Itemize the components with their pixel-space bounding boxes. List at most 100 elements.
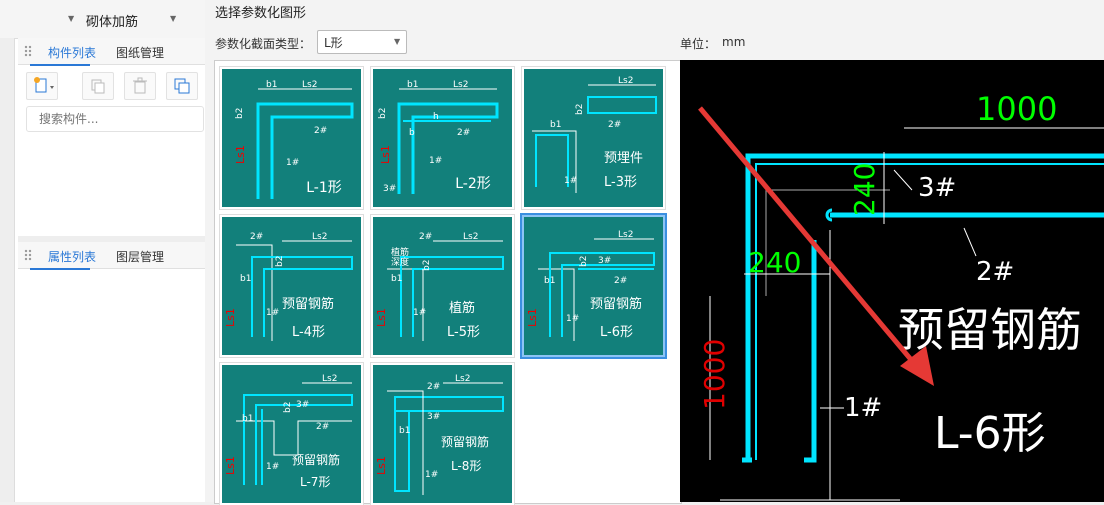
rebar-1-mark: 1# [429,156,442,166]
rebar-1-mark: 1# [566,314,579,324]
dim-ls2: Ls2 [453,80,468,90]
rebar-3-label: 3# [918,173,956,203]
chevron-down-icon: ▼ [394,37,401,46]
active-tab-indicator [30,64,90,66]
shape-tile-l1[interactable]: b1 Ls2 b2 Ls1 2# 1# L-1形 [219,66,364,210]
shape-label: L-1形 [306,180,342,196]
dim-ls2: Ls2 [618,230,633,240]
shendu-label: 深度 [391,256,409,268]
dim-ls2: Ls2 [302,80,317,90]
rebar-1-mark: 1# [413,308,426,318]
shape-label: L-6形 [600,325,633,340]
parametric-shape-dialog: 选择参数化图形 参数化截面类型： L形 ▼ 单位： mm b1 Ls2 b2 L… [205,0,1104,505]
dim-b1: b1 [240,274,251,284]
rebar-2-mark: 2# [457,128,470,138]
rebar-2-mark: 2# [608,120,621,130]
delete-component-button[interactable] [124,72,156,100]
shape-l3-drawing: Ls2 b2 b1 2# 1# [532,76,657,193]
rebar-2-mark: 2# [250,232,263,242]
shape-tile-l7[interactable]: Ls2 b2 3# 2# b1 Ls1 1# 预留钢筋 L-7形 [219,362,364,505]
dim-b1: b1 [550,120,561,130]
dim-b2: b2 [378,108,388,119]
rebar-1-label: 1# [844,393,882,423]
dim-ls1: Ls1 [379,145,392,164]
dim-ls2: Ls2 [312,232,327,242]
dim-top-1000: 1000 [976,90,1057,128]
shape-tile-l8[interactable]: Ls2 2# 3# b1 Ls1 1# 预留钢筋 L-8形 [370,362,515,505]
dim-b1: b1 [242,414,253,424]
shape-note: 预留钢筋 [441,435,490,449]
new-component-button[interactable] [26,72,58,100]
reinforcement-type-dropdown[interactable]: ▼ 砌体加筋 ▼ [68,8,180,30]
layer-copy-button[interactable] [166,72,198,100]
dim-b2: b2 [235,108,245,119]
search-input[interactable] [37,111,201,127]
dim-ls1: Ls1 [375,308,388,327]
new-file-icon [34,77,54,93]
rebar-1-mark: 1# [266,462,279,472]
layers-icon [174,78,190,94]
shape-gallery: b1 Ls2 b2 Ls1 2# 1# L-1形 b1 Ls2 b2 h b L… [214,60,682,505]
shape-tile-l6[interactable]: Ls2 b2 3# 2# b1 Ls1 1# 预留钢筋 L-6形 [520,213,667,359]
app-side-panel: ▼ 砌体加筋 ▼ 构件列表 图纸管理 搜索构件... 属性列表 图层管理 [0,0,206,502]
shape-label: L-5形 [447,325,480,340]
shape-note: 预留钢筋 [590,297,643,312]
dim-b1: b1 [391,274,402,284]
dim-ls2: Ls2 [463,232,478,242]
dim-b1: b1 [266,80,277,90]
dim-b2: b2 [579,256,589,267]
collapsed-side-strip[interactable] [0,38,15,502]
dim-ls1: Ls1 [234,145,247,164]
dim-ls2: Ls2 [618,76,633,86]
shape-tile-l2[interactable]: b1 Ls2 b2 h b Ls1 2# 1# 3# L-2形 [370,66,515,210]
component-search-box[interactable] [26,106,204,132]
dim-h: h [433,112,439,122]
rebar-2-mark: 2# [316,422,329,432]
tab-layer-management[interactable]: 图层管理 [116,248,164,265]
dim-ls2: Ls2 [322,374,337,384]
rebar-3-mark: 3# [598,256,611,266]
rebar-3-mark: 3# [296,400,309,410]
rebar-2-mark: 2# [314,126,327,136]
drag-handle-icon[interactable] [24,45,32,57]
dim-b: b [409,128,415,138]
dim-b1: b1 [399,426,410,436]
dialog-title: 选择参数化图形 [215,6,307,21]
tab-component-list[interactable]: 构件列表 [48,44,96,61]
dim-b2: b2 [283,402,293,413]
rebar-2-mark: 2# [427,382,440,392]
shape-l5-drawing: 2# Ls2 b2 植筋 深度 b1 Ls1 1# [375,232,504,341]
dim-ls1: Ls1 [375,456,388,475]
unit-value: mm [722,35,746,49]
rebar-1-mark: 1# [286,158,299,168]
shape-note: 预留钢筋 [282,297,335,312]
shape-preview-canvas: 1000 240 240 1000 3# 2# 1# 预留钢筋 L-6形 [680,60,1104,502]
top-toolbar: ▼ 砌体加筋 ▼ [0,0,205,39]
unit-label: 单位： [680,37,717,51]
rebar-2-mark: 2# [614,276,627,286]
shape-tile-l3[interactable]: Ls2 b2 b1 2# 1# 预埋件 L-3形 [521,66,666,210]
rebar-2-mark: 2# [419,232,432,242]
tab-property-list[interactable]: 属性列表 [48,248,96,265]
shape-tile-l4[interactable]: 2# Ls2 b2 b1 Ls1 1# 预留钢筋 L-4形 [219,214,364,358]
dim-ls1: Ls1 [224,456,237,475]
rebar-3-mark: 3# [383,184,396,194]
zhijin-label: 植筋 [391,246,409,258]
shape-tile-l5[interactable]: 2# Ls2 b2 植筋 深度 b1 Ls1 1# 植筋 L-5形 [370,214,515,358]
drag-handle-icon[interactable] [24,249,32,261]
trash-icon [133,77,147,94]
section-type-label: 参数化截面类型： [215,37,312,51]
section-type-select[interactable]: L形 ▼ [317,30,407,54]
dim-ls2: Ls2 [455,374,470,384]
l6-preview-drawing: 1000 240 240 1000 3# 2# 1# 预留钢筋 L-6形 [698,90,1104,501]
dim-horz-240: 240 [748,246,801,279]
tab-drawing-management[interactable]: 图纸管理 [116,44,164,61]
rebar-1-mark: 1# [266,308,279,318]
rebar-1-mark: 1# [564,176,577,186]
rebar-1-mark: 1# [425,470,438,480]
dim-b2: b2 [575,104,585,115]
shape-label: L-3形 [604,175,637,190]
shape-label: L-2形 [455,176,491,192]
copy-component-button[interactable] [82,72,114,100]
section-type-value: L形 [324,36,343,50]
